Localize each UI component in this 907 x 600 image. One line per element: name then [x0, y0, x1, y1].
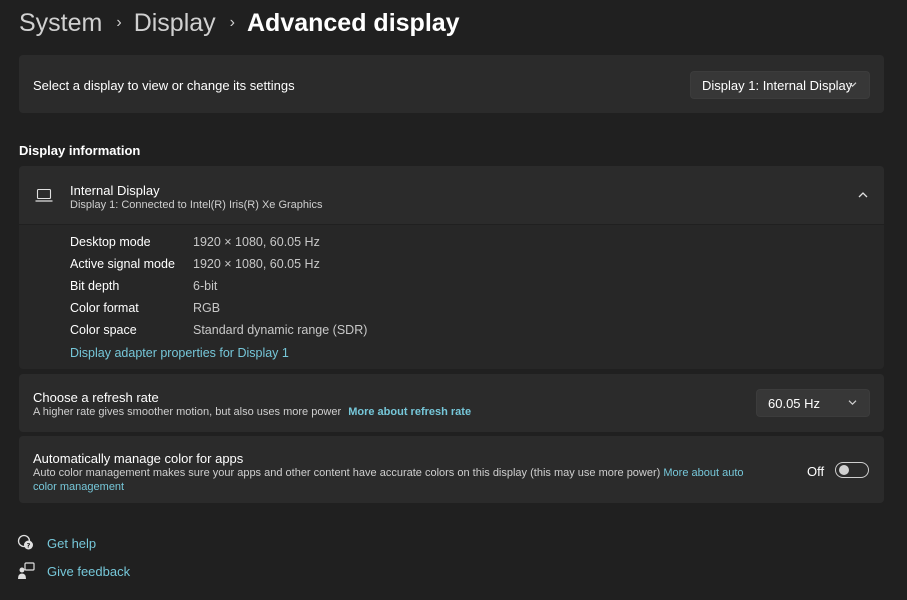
info-label: Desktop mode	[70, 235, 151, 249]
auto-color-card: Automatically manage color for apps Auto…	[19, 436, 884, 503]
refresh-rate-dropdown[interactable]: 60.05 Hz	[756, 389, 870, 417]
get-help-label: Get help	[47, 535, 97, 551]
feedback-icon	[18, 562, 35, 579]
refresh-rate-title: Choose a refresh rate	[33, 390, 159, 405]
refresh-rate-card: Choose a refresh rate A higher rate give…	[19, 374, 884, 432]
info-value: Standard dynamic range (SDR)	[193, 323, 368, 337]
auto-color-toggle-state: Off	[807, 464, 825, 479]
chevron-up-icon[interactable]	[858, 191, 868, 198]
chevron-down-icon	[848, 82, 857, 88]
info-value: 6-bit	[193, 279, 218, 293]
refresh-rate-description-line: A higher rate gives smoother motion, but…	[33, 406, 471, 418]
page-title: Advanced display	[247, 9, 460, 37]
auto-color-title: Automatically manage color for apps	[33, 451, 244, 466]
help-chat-icon: ?	[17, 534, 33, 550]
display-info-details: Desktop mode 1920 × 1080, 60.05 Hz Activ…	[19, 225, 884, 369]
give-feedback-link[interactable]: Give feedback	[17, 562, 130, 580]
info-value: RGB	[193, 301, 221, 315]
more-about-refresh-rate-link[interactable]: More about refresh rate	[348, 406, 471, 418]
breadcrumb-system[interactable]: System	[19, 6, 102, 40]
info-value: 1920 × 1080, 60.05 Hz	[193, 235, 320, 249]
info-label: Active signal mode	[70, 257, 175, 271]
breadcrumb-display[interactable]: Display	[134, 6, 216, 40]
info-label: Color space	[70, 323, 137, 337]
toggle-knob	[839, 465, 849, 475]
auto-color-toggle[interactable]	[835, 462, 869, 478]
breadcrumb: System › Display › Advanced display	[19, 6, 460, 40]
chevron-right-icon: ›	[116, 14, 122, 31]
chevron-right-icon: ›	[229, 14, 235, 31]
display-name: Internal Display	[70, 183, 160, 198]
display-select-value: Display 1: Internal Display	[702, 77, 853, 93]
give-feedback-label: Give feedback	[47, 563, 131, 579]
svg-text:?: ?	[27, 542, 31, 550]
auto-color-description: Auto color management makes sure your ap…	[33, 467, 661, 479]
auto-color-description-block: Auto color management makes sure your ap…	[33, 466, 763, 494]
info-label: Color format	[70, 301, 139, 315]
info-label: Bit depth	[70, 279, 120, 293]
display-info-expander-header[interactable]: Internal Display Display 1: Connected to…	[19, 166, 884, 224]
select-display-card: Select a display to view or change its s…	[19, 55, 884, 113]
refresh-rate-value: 60.05 Hz	[768, 395, 821, 411]
info-value: 1920 × 1080, 60.05 Hz	[193, 257, 320, 271]
laptop-icon	[35, 189, 53, 202]
get-help-link[interactable]: ? Get help	[17, 534, 96, 552]
display-select-dropdown[interactable]: Display 1: Internal Display	[690, 71, 870, 99]
select-display-label: Select a display to view or change its s…	[33, 78, 295, 93]
display-information-heading: Display information	[19, 143, 141, 158]
display-adapter-properties-link[interactable]: Display adapter properties for Display 1	[70, 346, 289, 360]
display-connection: Display 1: Connected to Intel(R) Iris(R)…	[70, 199, 323, 211]
chevron-down-icon	[848, 400, 857, 406]
refresh-rate-description: A higher rate gives smoother motion, but…	[33, 406, 342, 418]
